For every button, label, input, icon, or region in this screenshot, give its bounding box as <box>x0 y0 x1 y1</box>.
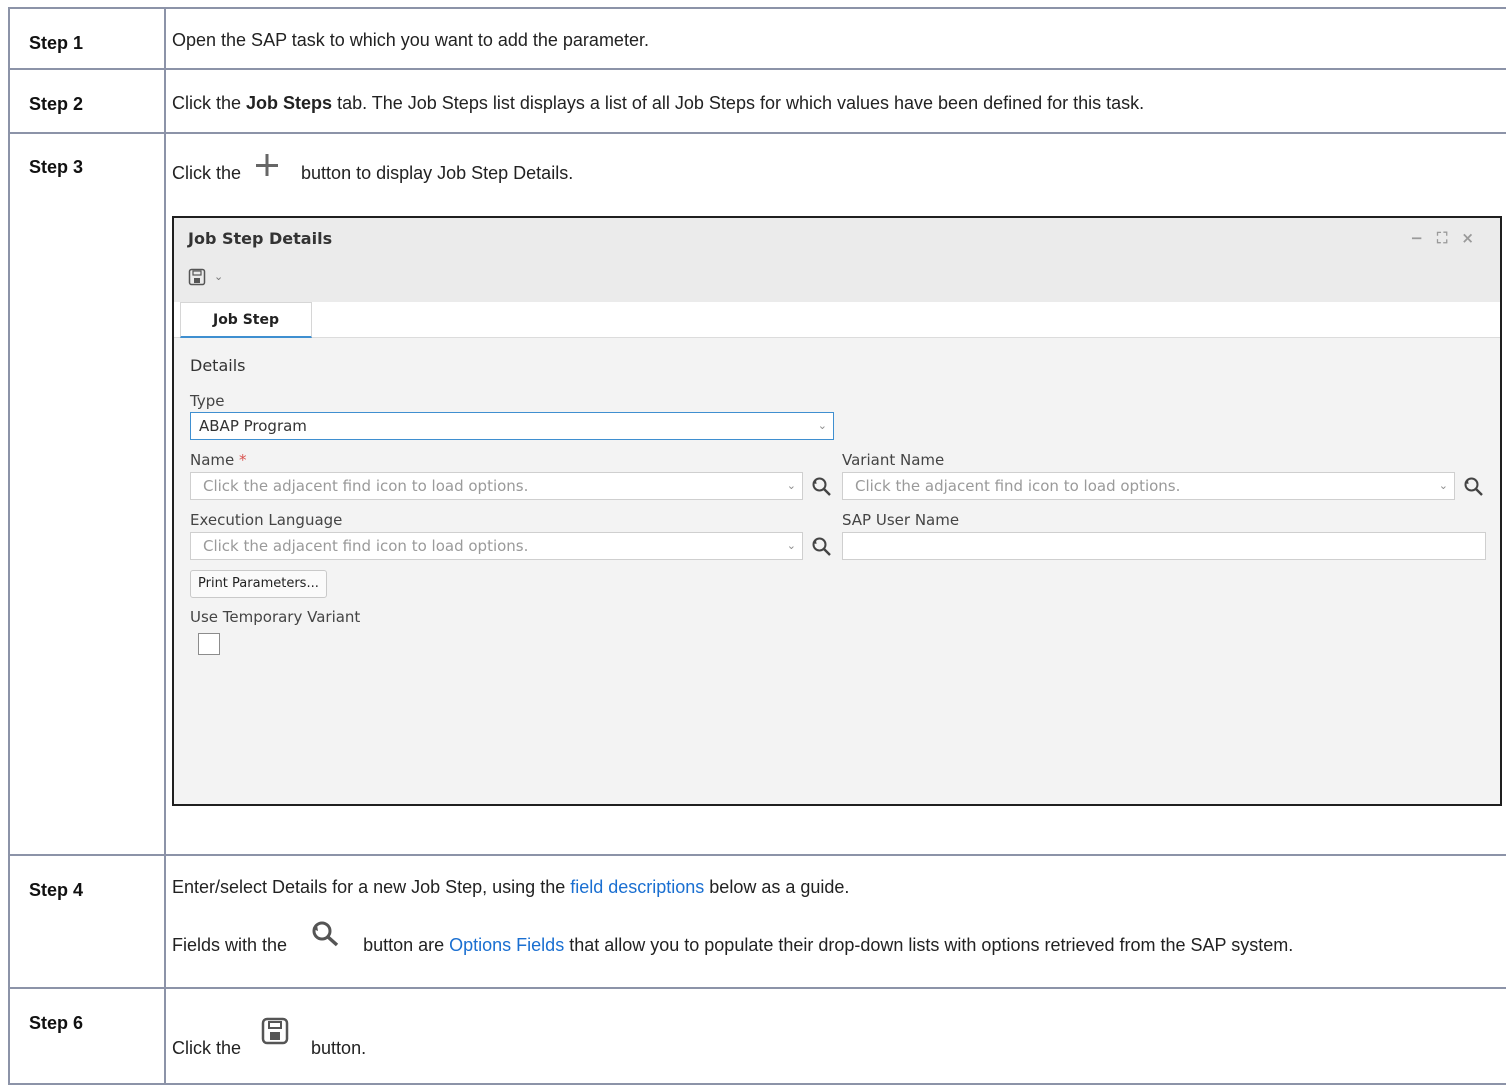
step-text: Click the button. <box>172 1017 1506 1069</box>
minimize-icon[interactable]: − <box>1410 229 1437 247</box>
step-label: Step 1 <box>8 7 166 70</box>
section-title: Details <box>190 356 246 375</box>
variant-name-label: Variant Name <box>842 451 945 469</box>
plus-icon <box>246 150 296 182</box>
window-title: Job Step Details <box>188 228 333 248</box>
variant-name-field[interactable]: Click the adjacent find icon to load opt… <box>842 472 1455 500</box>
chevron-down-icon: ⌄ <box>1438 479 1448 492</box>
use-temporary-variant-checkbox[interactable] <box>198 633 220 655</box>
name-field[interactable]: Click the adjacent find icon to load opt… <box>190 472 803 500</box>
find-refresh-icon <box>292 916 358 952</box>
options-fields-link[interactable]: Options Fields <box>449 935 564 955</box>
window-titlebar: Job Step Details −⛶× <box>174 218 1500 258</box>
step-label: Step 2 <box>8 68 166 134</box>
type-select[interactable]: ABAP Program ⌄ <box>190 412 834 440</box>
step-label: Step 3 <box>8 132 166 856</box>
step-row-2: Step 2 Click the Job Steps tab. The Job … <box>8 68 1506 134</box>
step-row-3: Step 3 Click the button to display Job S… <box>8 132 1506 856</box>
sap-user-name-label: SAP User Name <box>842 511 960 529</box>
window-toolbar: ⌄ <box>174 258 1500 304</box>
use-temporary-variant-label: Use Temporary Variant <box>190 608 361 626</box>
chevron-down-icon[interactable]: ⌄ <box>214 270 223 283</box>
type-label: Type <box>190 392 225 410</box>
step-row-6: Step 6 Click the button. <box>8 987 1506 1085</box>
print-parameters-button[interactable]: Print Parameters... <box>190 570 327 598</box>
step-text: Enter/select Details for a new Job Step,… <box>172 877 850 897</box>
chevron-down-icon: ⌄ <box>786 539 796 552</box>
step-label: Step 6 <box>8 987 166 1085</box>
step-text: Fields with the button are Options Field… <box>172 921 1506 964</box>
close-icon[interactable]: × <box>1461 229 1488 247</box>
find-refresh-icon[interactable] <box>810 535 832 557</box>
step-text: Click the Job Steps tab. The Job Steps l… <box>172 93 1145 113</box>
step-text: Open the SAP task to which you want to a… <box>172 30 649 50</box>
maximize-icon[interactable]: ⛶ <box>1437 229 1462 247</box>
step-text: Click the button to display Job Step Det… <box>172 154 1506 190</box>
step-row-1: Step 1 Open the SAP task to which you wa… <box>8 7 1506 70</box>
execution-language-field[interactable]: Click the adjacent find icon to load opt… <box>190 532 803 560</box>
details-form: Details Type ABAP Program ⌄ Name * Click … <box>174 338 1500 804</box>
name-label: Name * <box>190 451 247 469</box>
sap-user-name-field[interactable] <box>842 532 1486 560</box>
tab-job-step[interactable]: Job Step <box>180 302 312 338</box>
chevron-down-icon: ⌄ <box>786 479 796 492</box>
job-steps-tab-name: Job Steps <box>246 93 333 113</box>
chevron-down-icon: ⌄ <box>817 419 827 432</box>
steps-table: Step 1 Open the SAP task to which you wa… <box>8 7 1506 1085</box>
step-row-4: Step 4 Enter/select Details for a new Jo… <box>8 854 1506 989</box>
find-refresh-icon[interactable] <box>810 475 832 497</box>
field-descriptions-link[interactable]: field descriptions <box>570 877 704 897</box>
save-icon <box>246 1013 306 1053</box>
find-refresh-icon[interactable] <box>1462 475 1484 497</box>
job-step-details-window: Job Step Details −⛶× ⌄ Job Step Details <box>172 216 1502 806</box>
execution-language-label: Execution Language <box>190 511 343 529</box>
step-label: Step 4 <box>8 854 166 989</box>
save-icon[interactable] <box>188 268 206 291</box>
